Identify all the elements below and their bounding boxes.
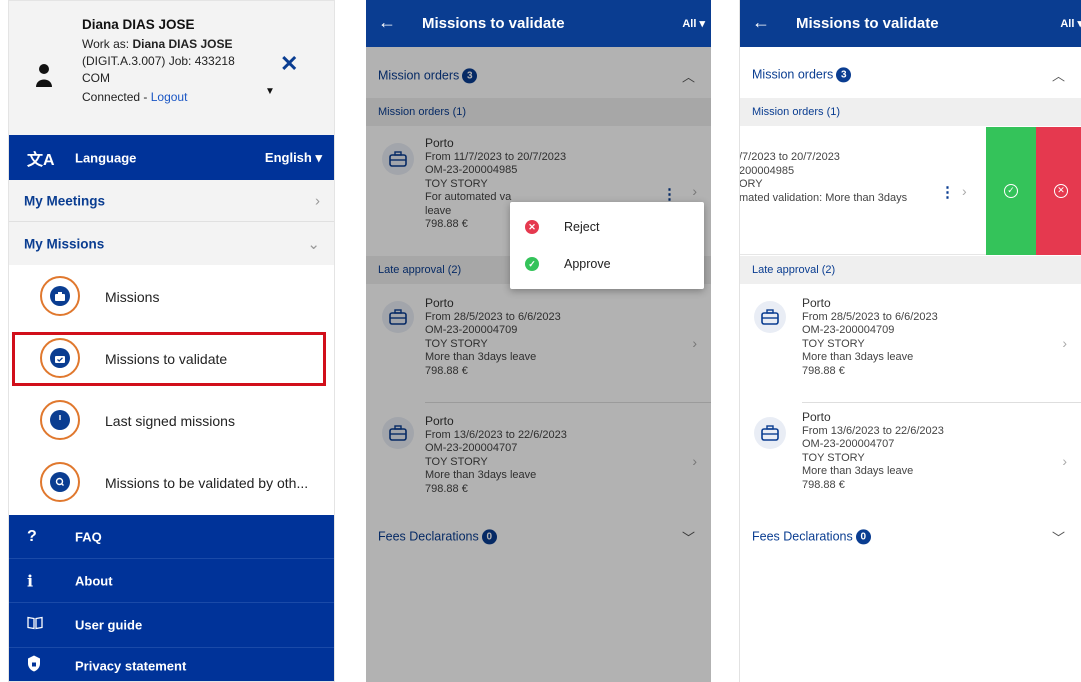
faq-label: FAQ (75, 529, 102, 544)
work-as-line: Work as: Diana DIAS JOSE (82, 37, 233, 51)
action-popup-menu: ✕ Reject ✓ Approve (510, 202, 704, 289)
my-meetings-label: My Meetings (24, 193, 106, 208)
briefcase-icon (754, 301, 786, 333)
my-missions-label: My Missions (24, 236, 105, 251)
chevron-right-icon: › (962, 183, 967, 199)
missions-to-validate-swipe-screen: ← Missions to validate All ▾ Mission ord… (739, 0, 1081, 682)
mission-orders-section[interactable]: Mission orders 3 ︿ (740, 51, 1081, 99)
page-title: Missions to validate (422, 15, 565, 32)
more-options-icon[interactable]: ⋮ (940, 183, 955, 201)
app-bar: ← Missions to validate All ▾ (366, 0, 711, 47)
modal-overlay[interactable] (366, 47, 711, 682)
approve-option[interactable]: ✓ Approve (510, 247, 704, 281)
mission-orders-label: Mission orders 3 (752, 67, 852, 83)
briefcase-icon (754, 417, 786, 449)
menu-item-missions-validated-by-others[interactable]: Missions to be validated by oth... (9, 452, 334, 513)
reject-option[interactable]: ✕ Reject (510, 210, 704, 244)
menu-item-last-signed-missions[interactable]: Last signed missions (9, 390, 334, 451)
fees-declarations-section[interactable]: Fees Declarations 0 ﹀ (740, 513, 1081, 561)
language-value[interactable]: English ▾ (265, 150, 322, 166)
mission-details: /7/2023 to 20/7/2023 200004985 ORY mated… (739, 151, 908, 204)
count-badge: 3 (836, 67, 852, 83)
back-arrow-icon[interactable]: ← (752, 12, 770, 33)
last-signed-missions-label: Last signed missions (105, 412, 235, 429)
chevron-right-icon: › (1062, 335, 1067, 351)
logout-link[interactable]: Logout (151, 90, 188, 104)
side-menu: Diana DIAS JOSE Work as: Diana DIAS JOSE… (8, 0, 335, 682)
user-name: Diana DIAS JOSE (82, 17, 195, 32)
menu-privacy-statement[interactable]: Privacy statement (9, 648, 334, 681)
mission-details: Porto From 28/5/2023 to 6/6/2023 OM-23-2… (802, 296, 938, 377)
menu-item-missions[interactable]: Missions (9, 266, 334, 327)
mission-details: Porto From 13/6/2023 to 22/6/2023 OM-23-… (802, 410, 944, 491)
filter-dropdown[interactable]: All ▾ (1060, 17, 1081, 30)
language-label: Language (75, 150, 137, 165)
back-arrow-icon[interactable]: ← (378, 12, 396, 33)
mission-card[interactable]: Porto From 13/6/2023 to 22/6/2023 OM-23-… (740, 403, 1081, 519)
user-card: Diana DIAS JOSE Work as: Diana DIAS JOSE… (9, 1, 334, 135)
menu-my-meetings[interactable]: My Meetings › (9, 180, 334, 222)
close-circle-icon: ✕ (1054, 184, 1068, 198)
missions-label: Missions (105, 288, 160, 305)
menu-my-missions[interactable]: My Missions ⌄ (9, 222, 334, 265)
menu-about[interactable]: i About (9, 559, 334, 602)
person-icon (36, 64, 52, 87)
reject-icon: ✕ (525, 220, 539, 234)
org-line: (DIGIT.A.3.007) Job: 433218 (82, 54, 235, 68)
missions-to-validate-popup-screen: ← Missions to validate All ▾ Mission ord… (366, 0, 711, 682)
language-selector[interactable]: 文A Language English ▾ (9, 135, 334, 180)
privacy-statement-label: Privacy statement (75, 658, 187, 673)
group-header: Mission orders (1) (740, 98, 1081, 126)
chevron-down-icon: ⌄ (307, 235, 320, 253)
group-header: Late approval (2) (740, 256, 1081, 284)
count-badge: 0 (855, 529, 871, 545)
question-icon: ? (27, 527, 37, 545)
highlight-box (12, 332, 326, 386)
search-icon (40, 462, 80, 502)
app-bar: ← Missions to validate All ▾ (740, 0, 1081, 47)
close-icon[interactable]: ✕ (280, 51, 298, 77)
check-circle-icon: ✓ (1004, 184, 1018, 198)
connection-status: Connected - Logout (82, 90, 188, 104)
about-label: About (75, 573, 113, 588)
fees-declarations-label: Fees Declarations 0 (752, 529, 871, 545)
filter-dropdown[interactable]: All ▾ (682, 17, 705, 30)
chevron-right-icon: › (1062, 453, 1067, 469)
check-icon: ✓ (525, 257, 539, 271)
chevron-right-icon: › (315, 192, 320, 209)
menu-faq[interactable]: ? FAQ (9, 515, 334, 558)
reject-swipe-button[interactable]: ✕ (1036, 127, 1081, 255)
chevron-up-icon: ︿ (1051, 68, 1065, 84)
timer-icon (40, 400, 80, 440)
lock-icon (27, 655, 41, 676)
translate-icon: 文A (27, 151, 55, 169)
menu-user-guide[interactable]: User guide (9, 603, 334, 647)
mission-card[interactable]: Porto From 28/5/2023 to 6/6/2023 OM-23-2… (740, 284, 1081, 402)
approve-swipe-button[interactable]: ✓ (986, 127, 1036, 255)
chevron-down-icon: ﹀ (1051, 530, 1065, 546)
info-icon: i (27, 571, 34, 590)
book-icon (27, 616, 43, 635)
page-title: Missions to validate (796, 15, 939, 32)
missions-validated-by-others-label: Missions to be validated by oth... (105, 474, 309, 491)
org-line-2: COM (82, 71, 110, 85)
account-dropdown-icon[interactable]: ▼ (265, 86, 275, 97)
briefcase-icon (40, 276, 80, 316)
user-guide-label: User guide (75, 617, 143, 633)
